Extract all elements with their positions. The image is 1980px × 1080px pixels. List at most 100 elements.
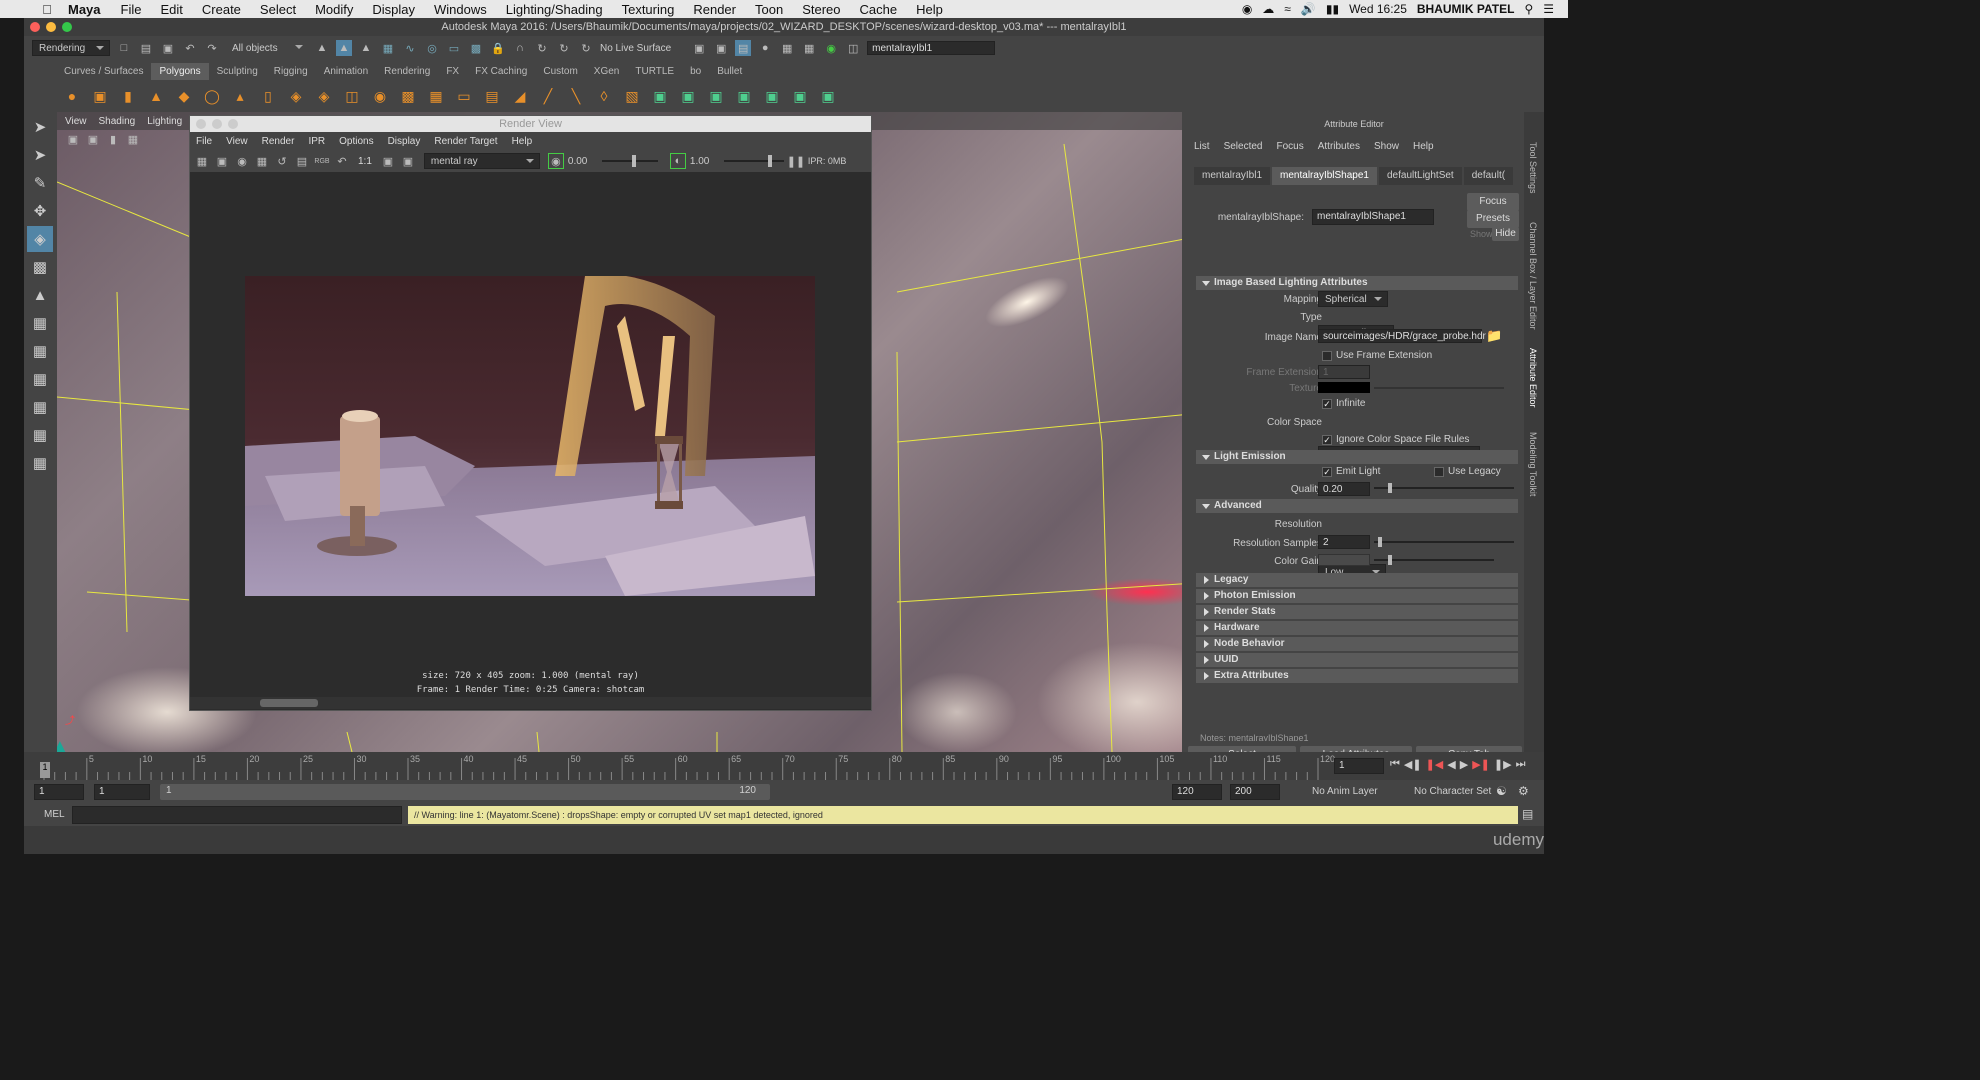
shelf-tab-custom[interactable]: Custom: [535, 63, 585, 80]
layout-side-icon[interactable]: ▦: [27, 366, 53, 392]
color-gain-swatch[interactable]: [1318, 554, 1370, 566]
texture-slider[interactable]: [1374, 387, 1504, 389]
menu-file[interactable]: File: [121, 2, 142, 17]
section-photon-emission[interactable]: Photon Emission: [1196, 589, 1518, 603]
menu-render[interactable]: Render: [693, 2, 736, 17]
section-extra-attributes[interactable]: Extra Attributes: [1196, 669, 1518, 683]
poly-plane-icon[interactable]: ◆: [172, 84, 196, 108]
render-frame-icon[interactable]: ▣: [691, 40, 707, 56]
camera-attr-icon[interactable]: ▣: [85, 131, 101, 147]
side-tab-tool-settings[interactable]: Tool Settings: [1528, 142, 1538, 194]
mapping-dropdown[interactable]: Spherical: [1318, 291, 1388, 307]
paint-select-icon[interactable]: ✎: [27, 170, 53, 196]
playback-start-field[interactable]: 1: [94, 784, 150, 800]
shelf-tab-animation[interactable]: Animation: [316, 63, 376, 80]
lock-icon[interactable]: 🔒: [490, 40, 506, 56]
spotlight-icon[interactable]: ⚲: [1524, 2, 1533, 16]
shelf-tab-turtle[interactable]: TURTLE: [627, 63, 682, 80]
shelf-tab-fx-caching[interactable]: FX Caching: [467, 63, 535, 80]
menu-help[interactable]: Help: [916, 2, 943, 17]
start-frame-field[interactable]: 1: [34, 784, 84, 800]
shelf-tab-rendering[interactable]: Rendering: [376, 63, 438, 80]
poly-pipe-icon[interactable]: ▯: [256, 84, 280, 108]
current-frame-marker[interactable]: 1: [40, 762, 50, 778]
script-editor-icon[interactable]: ▤: [1522, 807, 1533, 821]
hide-button[interactable]: Hide: [1492, 227, 1519, 241]
rotate-tool-icon[interactable]: ◈: [27, 226, 53, 252]
rv-menu-file[interactable]: File: [196, 136, 212, 147]
snap-surface-icon[interactable]: ▩: [468, 40, 484, 56]
menu-cache[interactable]: Cache: [860, 2, 898, 17]
quality-slider[interactable]: [1374, 483, 1514, 493]
multicut-icon[interactable]: ╲: [564, 84, 588, 108]
real-size-button[interactable]: 1:1: [358, 156, 372, 167]
preferences-icon[interactable]: ⚙: [1518, 784, 1529, 798]
planar-map-icon[interactable]: ▣: [648, 84, 672, 108]
section-legacy[interactable]: Legacy: [1196, 573, 1518, 587]
character-set-dropdown[interactable]: No Character Set: [1414, 786, 1491, 797]
use-frame-extension-checkbox[interactable]: [1322, 351, 1332, 361]
clock[interactable]: Wed 16:25: [1349, 2, 1407, 16]
spherical-map-icon[interactable]: ▣: [704, 84, 728, 108]
mirror-icon[interactable]: ▦: [424, 84, 448, 108]
play-forward-icon[interactable]: ▶: [1460, 758, 1468, 771]
uv-editor-icon[interactable]: ▧: [620, 84, 644, 108]
history-icon[interactable]: ↻: [534, 40, 550, 56]
split-icon[interactable]: ╱: [536, 84, 560, 108]
poly-torus-icon[interactable]: ◯: [200, 84, 224, 108]
render-setup-icon[interactable]: ▦: [801, 40, 817, 56]
exposure-icon[interactable]: ◉: [547, 153, 564, 169]
ae-menu-list[interactable]: List: [1194, 141, 1210, 152]
step-forward-key-icon[interactable]: ▶❚: [1472, 758, 1490, 771]
rv-menu-render[interactable]: Render: [262, 136, 295, 147]
viewport-menu-view[interactable]: View: [65, 116, 87, 127]
rv-menu-render-target[interactable]: Render Target: [434, 136, 497, 147]
menu-edit[interactable]: Edit: [160, 2, 182, 17]
select-hierarchy-icon[interactable]: ▲: [314, 40, 330, 56]
ae-tab-default-light-set[interactable]: defaultLightSet: [1378, 167, 1462, 185]
side-tab-attribute-editor[interactable]: Attribute Editor: [1528, 348, 1538, 408]
menu-modify[interactable]: Modify: [315, 2, 353, 17]
presets-button[interactable]: Presets: [1467, 210, 1519, 228]
resolution-samples-slider[interactable]: [1374, 537, 1514, 547]
record-icon[interactable]: ◉: [1242, 2, 1252, 16]
render-region-icon[interactable]: ▣: [214, 153, 230, 169]
focus-button[interactable]: Focus: [1467, 193, 1519, 211]
bookmark-icon[interactable]: ▮: [105, 131, 121, 147]
current-frame-field[interactable]: 1: [1334, 758, 1384, 774]
menuset-dropdown[interactable]: Rendering: [32, 40, 110, 56]
select-object-icon[interactable]: ▲: [336, 40, 352, 56]
cylindrical-map-icon[interactable]: ▣: [676, 84, 700, 108]
infinite-checkbox[interactable]: ✓: [1322, 399, 1332, 409]
goto-start-icon[interactable]: ⏮: [1390, 758, 1400, 771]
viewport-menu-shading[interactable]: Shading: [99, 116, 136, 127]
layout-outliner-icon[interactable]: ▦: [27, 422, 53, 448]
wifi-icon[interactable]: ≈: [1284, 2, 1291, 16]
step-forward-icon[interactable]: ❚▶: [1494, 758, 1512, 771]
section-render-stats[interactable]: Render Stats: [1196, 605, 1518, 619]
render-view-icon[interactable]: ▦: [779, 40, 795, 56]
notification-icon[interactable]: ☰: [1543, 2, 1554, 16]
playback-end-field[interactable]: 120: [1172, 784, 1222, 800]
menu-display[interactable]: Display: [372, 2, 415, 17]
section-node-behavior[interactable]: Node Behavior: [1196, 637, 1518, 651]
menu-stereo[interactable]: Stereo: [802, 2, 840, 17]
keep-image-icon[interactable]: ▤: [294, 153, 310, 169]
shelf-tab-sculpting[interactable]: Sculpting: [209, 63, 266, 80]
extrude-icon[interactable]: ▭: [452, 84, 476, 108]
smooth-icon[interactable]: ◉: [368, 84, 392, 108]
ipr-icon[interactable]: ▦: [254, 153, 270, 169]
snap-point-icon[interactable]: ◎: [424, 40, 440, 56]
step-back-key-icon[interactable]: ❚◀: [1426, 758, 1444, 771]
gamma-slider[interactable]: [723, 155, 784, 167]
poly-cone-icon[interactable]: ▲: [144, 84, 168, 108]
app-menu[interactable]: Maya: [68, 2, 101, 17]
exposure-value[interactable]: 0.00: [568, 156, 598, 167]
quality-field[interactable]: 0.20: [1318, 482, 1370, 496]
gamma-icon[interactable]: ◐: [669, 153, 686, 169]
rv-menu-help[interactable]: Help: [512, 136, 533, 147]
ae-menu-show[interactable]: Show: [1374, 141, 1399, 152]
auto-map-icon[interactable]: ▣: [732, 84, 756, 108]
minimize-window-button[interactable]: [46, 22, 56, 32]
hypershade-icon[interactable]: ●: [757, 40, 773, 56]
